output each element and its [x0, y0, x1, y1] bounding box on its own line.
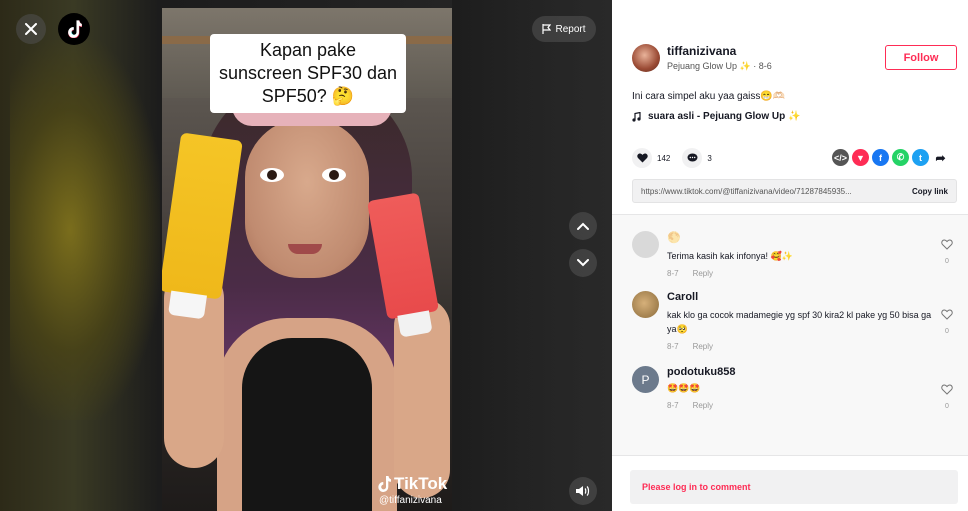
engagement-stats: 142 3: [632, 148, 724, 168]
comment-text: Terima kasih kak infonya! 🥰✨: [667, 251, 793, 261]
previous-video-button[interactable]: [569, 212, 597, 240]
comment-button[interactable]: [682, 148, 703, 168]
right-eye: [322, 168, 346, 182]
watermark-brand: TikTok: [394, 474, 448, 493]
comment-username[interactable]: Caroll: [667, 291, 932, 303]
copy-link-button[interactable]: Copy link: [912, 187, 948, 196]
author-username[interactable]: tiffanizivana: [667, 44, 772, 58]
comment-like-count: 0: [945, 258, 949, 265]
volume-button[interactable]: [569, 477, 597, 505]
comment-like[interactable]: 0: [937, 382, 957, 410]
twitter-icon[interactable]: t: [912, 149, 929, 166]
comment-avatar[interactable]: [632, 231, 659, 258]
send-icon[interactable]: ▼: [852, 149, 869, 166]
report-button[interactable]: Report: [532, 16, 596, 42]
heart-outline-icon: [941, 384, 953, 395]
comment-icon: [687, 153, 698, 162]
comment-avatar[interactable]: [632, 291, 659, 318]
author-subtitle: Pejuang Glow Up ✨ · 8-6: [667, 61, 772, 71]
mouth: [288, 244, 322, 254]
follow-button[interactable]: Follow: [885, 45, 957, 70]
like-count: 142: [657, 153, 671, 163]
tiktok-logo-icon: [68, 20, 82, 38]
whatsapp-icon[interactable]: ✆: [892, 149, 909, 166]
comment-count: 3: [707, 153, 712, 163]
comment-text: kak klo ga cocok madamegie yg spf 30 kir…: [667, 310, 932, 334]
watermark-username: @tiffanizivana: [379, 495, 442, 506]
video-player[interactable]: Kapan pake sunscreen SPF30 dan SPF50? 🤔 …: [162, 8, 452, 511]
details-panel: tiffanizivana Pejuang Glow Up ✨ · 8-6 Fo…: [612, 0, 968, 511]
next-video-button[interactable]: [569, 249, 597, 277]
share-icons: </> ▼ f ✆ t ➦: [832, 149, 949, 166]
comment-like-count: 0: [945, 328, 949, 335]
video-caption: Kapan pake sunscreen SPF30 dan SPF50? 🤔: [210, 34, 406, 113]
like-button[interactable]: [632, 148, 652, 168]
heart-outline-icon: [941, 239, 953, 250]
video-pane: Kapan pake sunscreen SPF30 dan SPF50? 🤔 …: [0, 0, 612, 511]
comment-text: 🤩🤩🤩: [667, 383, 701, 393]
reply-button[interactable]: Reply: [693, 269, 713, 278]
tiktok-logo[interactable]: [58, 13, 90, 45]
heart-icon: [636, 153, 648, 163]
comment-username[interactable]: 🌕: [667, 231, 932, 244]
tiktok-note-icon: [378, 476, 391, 492]
video-link-box: https://www.tiktok.com/@tiffanizivana/vi…: [632, 179, 957, 203]
music-link[interactable]: suara asli - Pejuang Glow Up ✨: [632, 111, 801, 122]
tiktok-watermark: TikTok @tiffanizivana: [377, 474, 447, 506]
person-shirt: [242, 338, 372, 511]
post-description: Ini cara simpel aku yaa gaiss😁🫶🏻: [632, 91, 786, 102]
comment-date: 8-7: [667, 342, 679, 351]
login-to-comment-button[interactable]: Please log in to comment: [630, 470, 958, 504]
close-icon: [25, 23, 37, 35]
left-eye: [260, 168, 284, 182]
music-title[interactable]: suara asli - Pejuang Glow Up ✨: [648, 111, 801, 122]
music-note-icon: [632, 111, 641, 122]
comment-date: 8-7: [667, 401, 679, 410]
facebook-icon[interactable]: f: [872, 149, 889, 166]
heart-outline-icon: [941, 309, 953, 320]
comment-like-count: 0: [945, 403, 949, 410]
comment-username[interactable]: podotuku858: [667, 366, 932, 378]
comment-like[interactable]: 0: [937, 307, 957, 335]
chevron-down-icon: [577, 259, 589, 267]
flag-icon: [542, 24, 552, 34]
comment-date: 8-7: [667, 269, 679, 278]
reply-button[interactable]: Reply: [693, 401, 713, 410]
video-link-url[interactable]: https://www.tiktok.com/@tiffanizivana/vi…: [641, 187, 852, 196]
close-button[interactable]: [16, 14, 46, 44]
comment-like[interactable]: 0: [937, 237, 957, 265]
comment-input-area: Please log in to comment: [612, 455, 968, 511]
more-share-icon[interactable]: ➦: [932, 149, 949, 166]
login-prompt[interactable]: Please log in to comment: [642, 482, 751, 492]
author-avatar[interactable]: [632, 44, 660, 72]
comment-avatar[interactable]: P: [632, 366, 659, 393]
volume-icon: [576, 486, 590, 496]
comment-list: 🌕 Terima kasih kak infonya! 🥰✨ 8-7 Reply…: [612, 215, 968, 455]
chevron-up-icon: [577, 222, 589, 230]
embed-icon[interactable]: </>: [832, 149, 849, 166]
author-profile[interactable]: tiffanizivana Pejuang Glow Up ✨ · 8-6: [632, 44, 772, 72]
reply-button[interactable]: Reply: [693, 342, 713, 351]
person-face: [245, 118, 369, 278]
report-label: Report: [555, 23, 586, 35]
